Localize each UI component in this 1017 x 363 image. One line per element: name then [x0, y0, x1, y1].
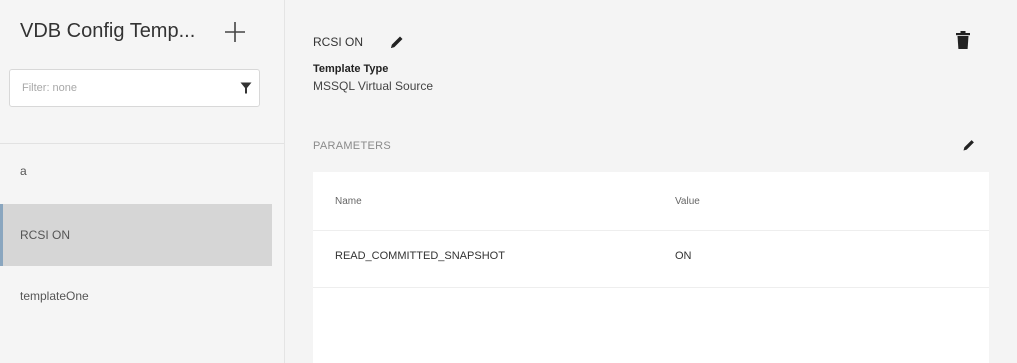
template-type-label: Template Type — [313, 63, 389, 75]
sidebar: VDB Config Temp... a RCSI ON templateOne — [0, 0, 285, 363]
template-type-value: MSSQL Virtual Source — [313, 79, 434, 93]
parameter-name: READ_COMMITTED_SNAPSHOT — [335, 250, 505, 262]
parameter-value: ON — [675, 250, 692, 262]
add-template-button[interactable] — [220, 17, 250, 47]
sidebar-item-label: a — [20, 164, 27, 178]
sidebar-title: VDB Config Temp... — [20, 20, 196, 42]
table-header: Name Value — [313, 172, 989, 231]
sidebar-item-rcsi-on[interactable]: RCSI ON — [0, 204, 272, 266]
sidebar-item-label: RCSI ON — [20, 228, 71, 242]
table-row: READ_COMMITTED_SNAPSHOT ON — [313, 231, 989, 288]
filter-input[interactable] — [10, 70, 220, 106]
sidebar-item-a[interactable]: a — [0, 141, 272, 201]
sidebar-header: VDB Config Temp... — [0, 0, 284, 70]
pencil-icon[interactable] — [389, 34, 405, 50]
pencil-icon[interactable] — [962, 138, 976, 152]
column-header-name: Name — [335, 196, 362, 207]
column-header-value: Value — [675, 196, 700, 207]
template-title: RCSI ON — [313, 35, 364, 49]
parameters-table: Name Value READ_COMMITTED_SNAPSHOT ON — [313, 172, 989, 363]
plus-icon — [225, 22, 245, 42]
filter-box — [9, 69, 260, 107]
parameters-heading: PARAMETERS — [313, 140, 391, 152]
sidebar-item-label: templateOne — [20, 289, 89, 303]
sidebar-item-templateone[interactable]: templateOne — [0, 266, 272, 326]
trash-icon[interactable] — [955, 30, 971, 50]
funnel-filter-icon[interactable] — [240, 82, 252, 94]
